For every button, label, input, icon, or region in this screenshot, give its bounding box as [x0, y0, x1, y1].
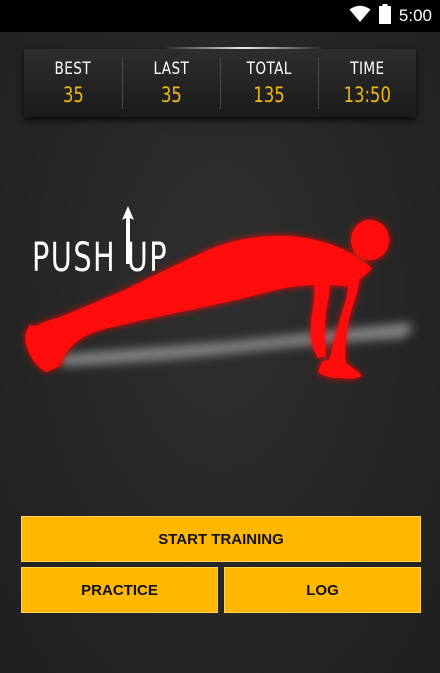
stat-label: TOTAL [246, 58, 292, 79]
stat-label: BEST [54, 58, 92, 79]
stat-total: TOTAL 135 [220, 49, 318, 117]
stat-value: 35 [160, 82, 182, 107]
stat-value: 135 [253, 82, 285, 107]
stat-value: 35 [62, 82, 84, 107]
pushup-title-icon: PUSH UP [32, 236, 168, 280]
battery-icon [378, 4, 391, 28]
pushup-title: PUSH UP [32, 235, 169, 281]
pushup-hero: PUSH UP [0, 190, 440, 410]
practice-button[interactable]: PRACTICE [21, 567, 218, 613]
stat-best: BEST 35 [24, 49, 122, 117]
stat-label: LAST [153, 58, 189, 79]
stat-last: LAST 35 [122, 49, 220, 117]
stat-time: TIME 13:50 [318, 49, 416, 117]
figure-shadow [58, 323, 412, 366]
status-time: 5:00 [398, 6, 432, 25]
status-bar: 5:00 [0, 0, 440, 32]
stats-panel: BEST 35 LAST 35 TOTAL 135 TIME 13:50 [24, 47, 416, 117]
stat-value: 13:50 [343, 82, 391, 107]
wifi-icon [349, 5, 371, 27]
up-arrow-icon [122, 206, 134, 264]
start-training-button[interactable]: START TRAINING [21, 516, 421, 562]
stat-label: TIME [349, 58, 385, 79]
log-button[interactable]: LOG [224, 567, 421, 613]
